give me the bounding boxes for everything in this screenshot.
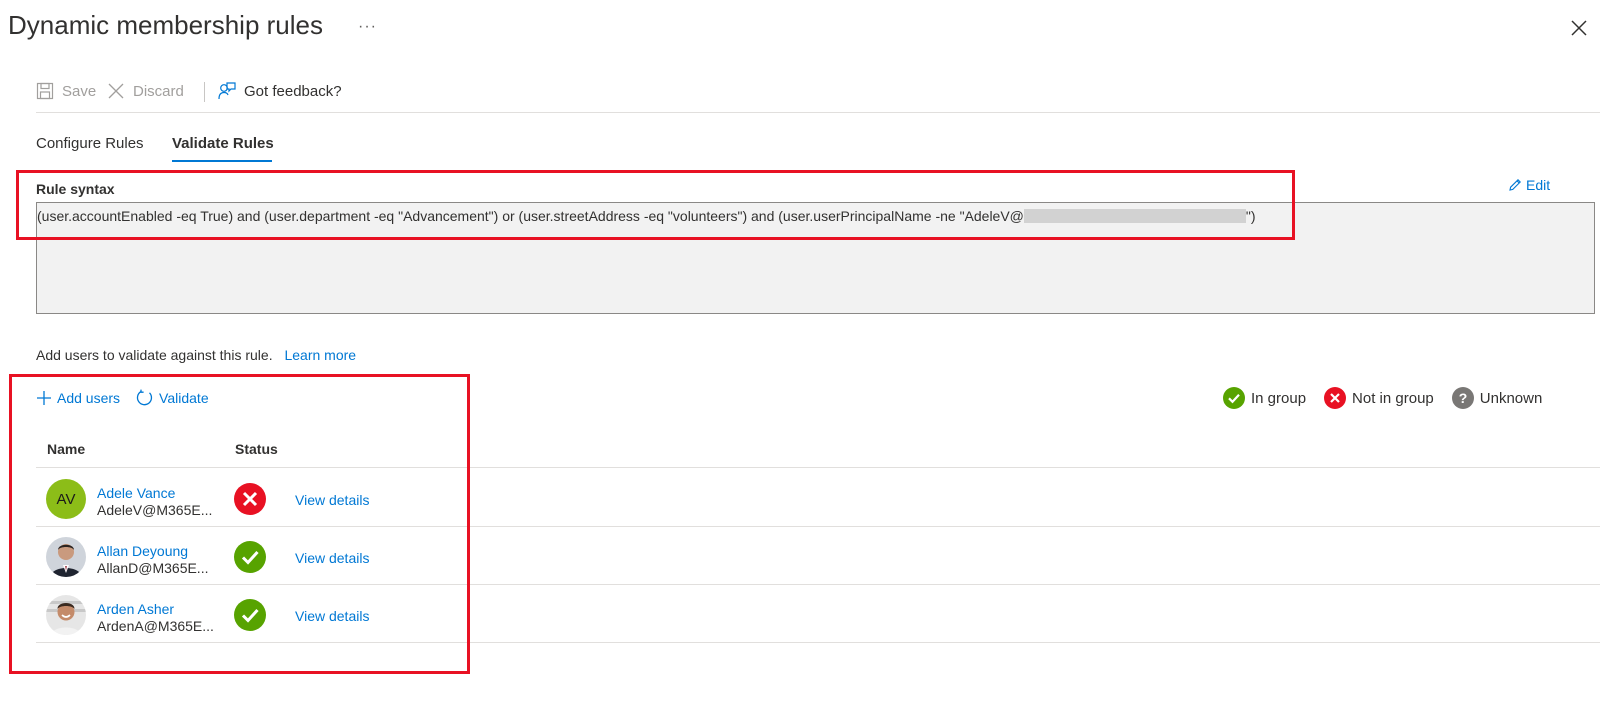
feedback-label: Got feedback? xyxy=(244,82,342,100)
question-circle-icon: ? xyxy=(1451,387,1474,409)
legend-in-group-label: In group xyxy=(1251,389,1307,407)
toolbar-divider xyxy=(204,82,205,102)
rule-syntax-textbox[interactable]: (user.accountEnabled -eq True) and (user… xyxy=(36,202,1595,314)
save-icon xyxy=(36,82,54,100)
discard-button[interactable]: Discard xyxy=(107,79,184,103)
avatar xyxy=(46,595,86,635)
page-title: Dynamic membership rules xyxy=(8,10,323,40)
avatar xyxy=(46,537,86,577)
more-options-button[interactable]: ··· xyxy=(358,18,377,36)
table-row: Allan Deyoung AllanD@M365E... View detai… xyxy=(36,527,1600,585)
table-header: Name Status xyxy=(36,438,1600,468)
legend-not-in-group-label: Not in group xyxy=(1352,389,1434,407)
status-legend: In group Not in group ? Unknown xyxy=(1223,387,1542,409)
rule-syntax-prefix: (user.accountEnabled -eq True) and (user… xyxy=(37,208,1024,224)
feedback-icon xyxy=(218,82,236,100)
discard-label: Discard xyxy=(133,82,184,100)
edit-rule-link[interactable]: Edit xyxy=(1508,177,1550,193)
legend-unknown-label: Unknown xyxy=(1479,389,1543,407)
user-name-link[interactable]: Adele Vance xyxy=(97,485,175,501)
validate-description: Add users to validate against this rule.… xyxy=(36,347,356,363)
close-icon xyxy=(1571,20,1587,36)
column-header-status[interactable]: Status xyxy=(235,441,278,457)
add-users-label: Add users xyxy=(57,390,121,406)
rule-syntax-suffix: ") xyxy=(1245,208,1256,224)
user-email: AdeleV@M365E... xyxy=(97,502,213,518)
discard-icon xyxy=(108,83,124,99)
view-details-link[interactable]: View details xyxy=(295,550,369,566)
view-details-link[interactable]: View details xyxy=(295,492,369,508)
table-row: Arden Asher ArdenA@M365E... View details xyxy=(36,585,1600,643)
table-row: AV Adele Vance AdeleV@M365E... View deta… xyxy=(36,469,1600,527)
check-circle-icon xyxy=(234,599,266,631)
check-circle-icon xyxy=(1223,387,1245,409)
close-button[interactable] xyxy=(1567,16,1591,40)
edit-label: Edit xyxy=(1526,177,1551,193)
svg-text:?: ? xyxy=(1458,390,1467,406)
user-name-link[interactable]: Allan Deyoung xyxy=(97,543,188,559)
learn-more-link[interactable]: Learn more xyxy=(284,347,356,363)
plus-icon xyxy=(37,391,51,405)
legend-unknown: ? Unknown xyxy=(1451,387,1543,409)
user-name-link[interactable]: Arden Asher xyxy=(97,601,174,617)
feedback-button[interactable]: Got feedback? xyxy=(218,79,342,103)
redacted-domain xyxy=(1023,209,1246,223)
error-circle-icon xyxy=(234,483,266,515)
check-circle-icon xyxy=(234,541,266,573)
validate-description-text: Add users to validate against this rule. xyxy=(36,347,273,363)
user-photo xyxy=(46,537,86,577)
tab-validate-rules[interactable]: Validate Rules xyxy=(172,135,274,152)
validate-actions: Add users Validate xyxy=(36,387,225,409)
tab-configure-rules[interactable]: Configure Rules xyxy=(36,135,144,152)
user-email: AllanD@M365E... xyxy=(97,560,209,576)
user-email: ArdenA@M365E... xyxy=(97,618,214,634)
validate-button[interactable]: Validate xyxy=(136,389,209,407)
active-tab-indicator xyxy=(172,160,272,162)
view-details-link[interactable]: View details xyxy=(295,608,369,624)
legend-in-group: In group xyxy=(1223,387,1306,409)
save-label: Save xyxy=(62,82,97,100)
validate-label: Validate xyxy=(159,390,209,406)
save-button[interactable]: Save xyxy=(36,79,96,103)
add-users-button[interactable]: Add users xyxy=(36,390,120,406)
rule-syntax-text: (user.accountEnabled -eq True) and (user… xyxy=(37,208,1256,224)
error-circle-icon xyxy=(1324,387,1347,409)
user-photo xyxy=(46,595,86,635)
legend-not-in-group: Not in group xyxy=(1324,387,1434,409)
command-bar: Save Discard Got feedback? xyxy=(36,79,1600,113)
column-header-name[interactable]: Name xyxy=(47,441,85,457)
rule-syntax-label: Rule syntax xyxy=(36,181,115,197)
pencil-icon xyxy=(1509,179,1521,191)
avatar: AV xyxy=(46,479,86,519)
refresh-icon xyxy=(136,389,153,406)
